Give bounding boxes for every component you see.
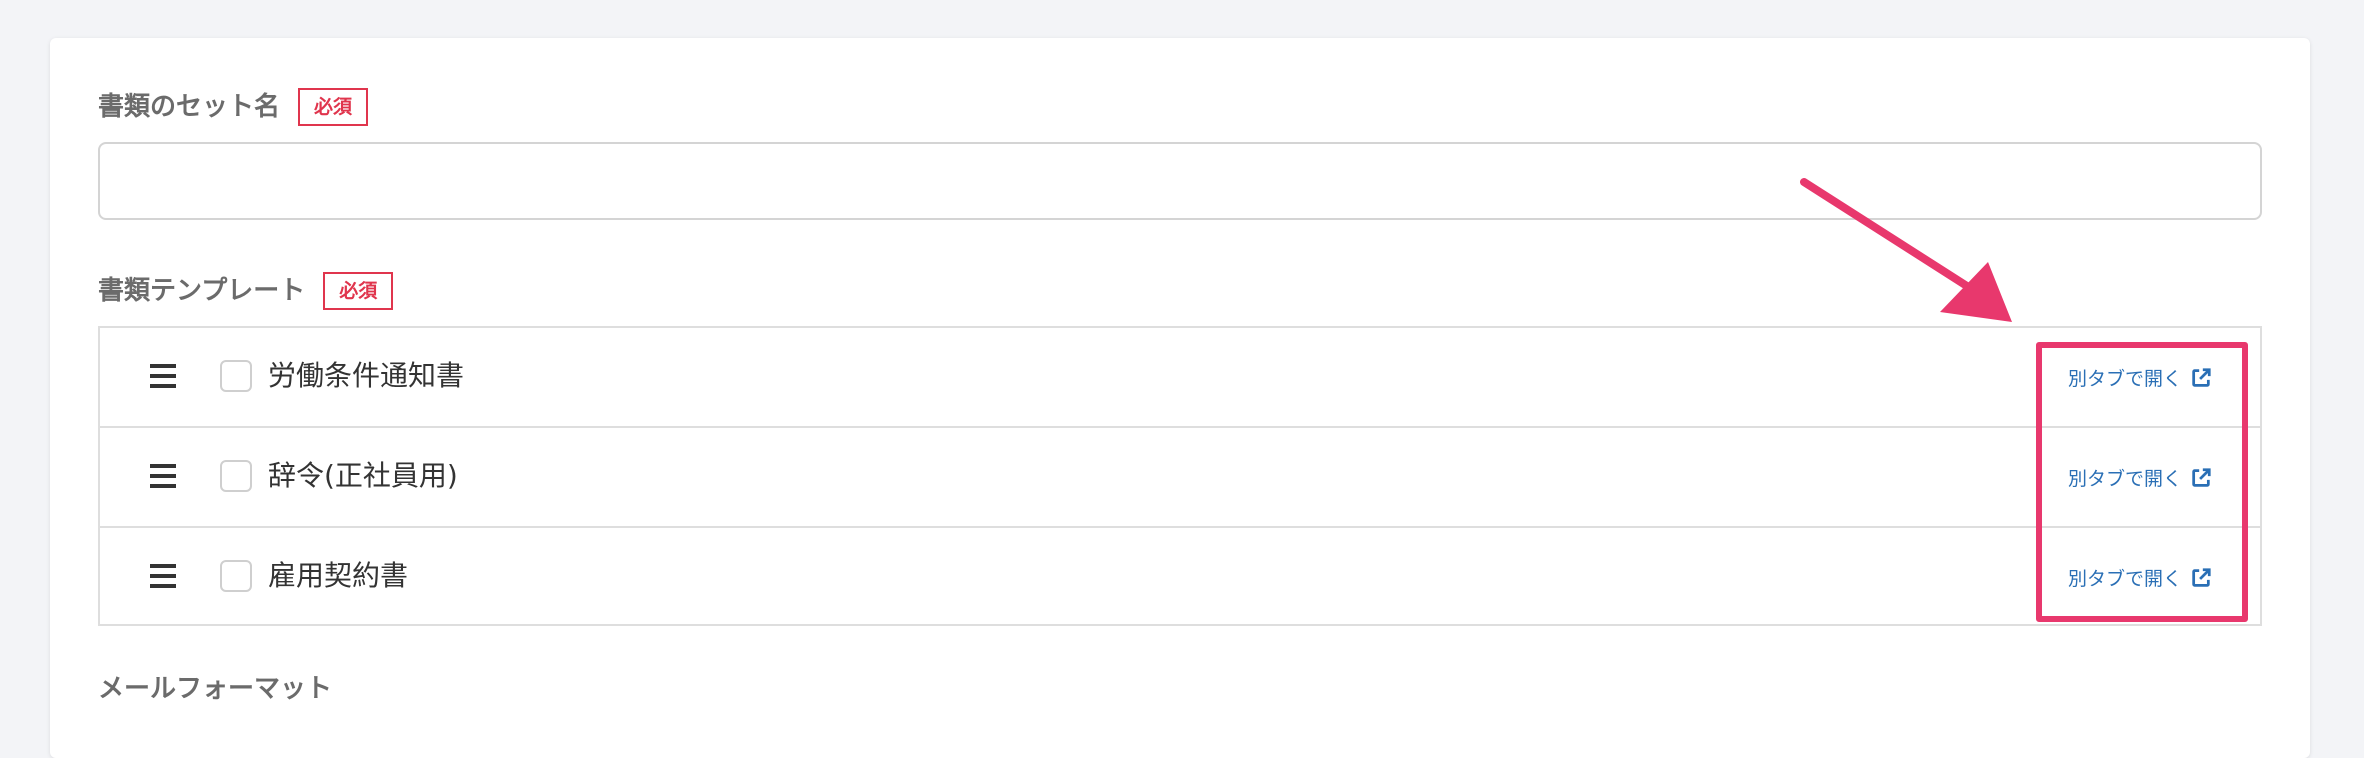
template-checkbox[interactable] bbox=[220, 560, 252, 592]
mail-format-label: メールフォーマット bbox=[98, 674, 333, 704]
required-badge: 必須 bbox=[323, 272, 394, 310]
template-list: 労働条件通知書 別タブで開く 辞令(正社員用) 別タブで開く 雇用契約書 別タブ… bbox=[98, 326, 2262, 626]
template-row: 労働条件通知書 別タブで開く bbox=[100, 328, 2260, 428]
template-name: 労働条件通知書 bbox=[268, 359, 465, 392]
drag-handle-icon[interactable] bbox=[150, 464, 176, 488]
open-link-label: 別タブで開く bbox=[2067, 368, 2182, 390]
external-link-icon bbox=[2192, 467, 2211, 487]
template-checkbox[interactable] bbox=[220, 460, 252, 492]
required-badge: 必須 bbox=[298, 88, 369, 126]
external-link-icon bbox=[2192, 567, 2211, 587]
set-name-input[interactable] bbox=[98, 142, 2262, 220]
template-checkbox[interactable] bbox=[220, 360, 252, 392]
open-in-new-tab-link[interactable]: 別タブで開く bbox=[2068, 464, 2212, 491]
templates-label-row: 書類テンプレート 必須 bbox=[98, 272, 394, 310]
template-row: 辞令(正社員用) 別タブで開く bbox=[100, 428, 2260, 528]
template-name: 雇用契約書 bbox=[268, 559, 409, 592]
set-name-label-row: 書類のセット名 必須 bbox=[98, 88, 369, 126]
open-in-new-tab-link[interactable]: 別タブで開く bbox=[2068, 364, 2212, 391]
set-name-label: 書類のセット名 bbox=[98, 92, 281, 122]
open-in-new-tab-link[interactable]: 別タブで開く bbox=[2068, 564, 2212, 591]
template-row: 雇用契約書 別タブで開く bbox=[100, 528, 2260, 628]
template-name: 辞令(正社員用) bbox=[268, 459, 458, 492]
open-link-label: 別タブで開く bbox=[2067, 468, 2182, 490]
open-link-label: 別タブで開く bbox=[2067, 568, 2182, 590]
mail-format-label-row: メールフォーマット bbox=[98, 672, 332, 706]
form-card: 書類のセット名 必須 書類テンプレート 必須 労働条件通知書 別タブで開く 辞令… bbox=[50, 38, 2310, 758]
external-link-icon bbox=[2192, 367, 2211, 387]
templates-label: 書類テンプレート bbox=[98, 276, 306, 306]
drag-handle-icon[interactable] bbox=[150, 364, 176, 388]
drag-handle-icon[interactable] bbox=[150, 564, 176, 588]
